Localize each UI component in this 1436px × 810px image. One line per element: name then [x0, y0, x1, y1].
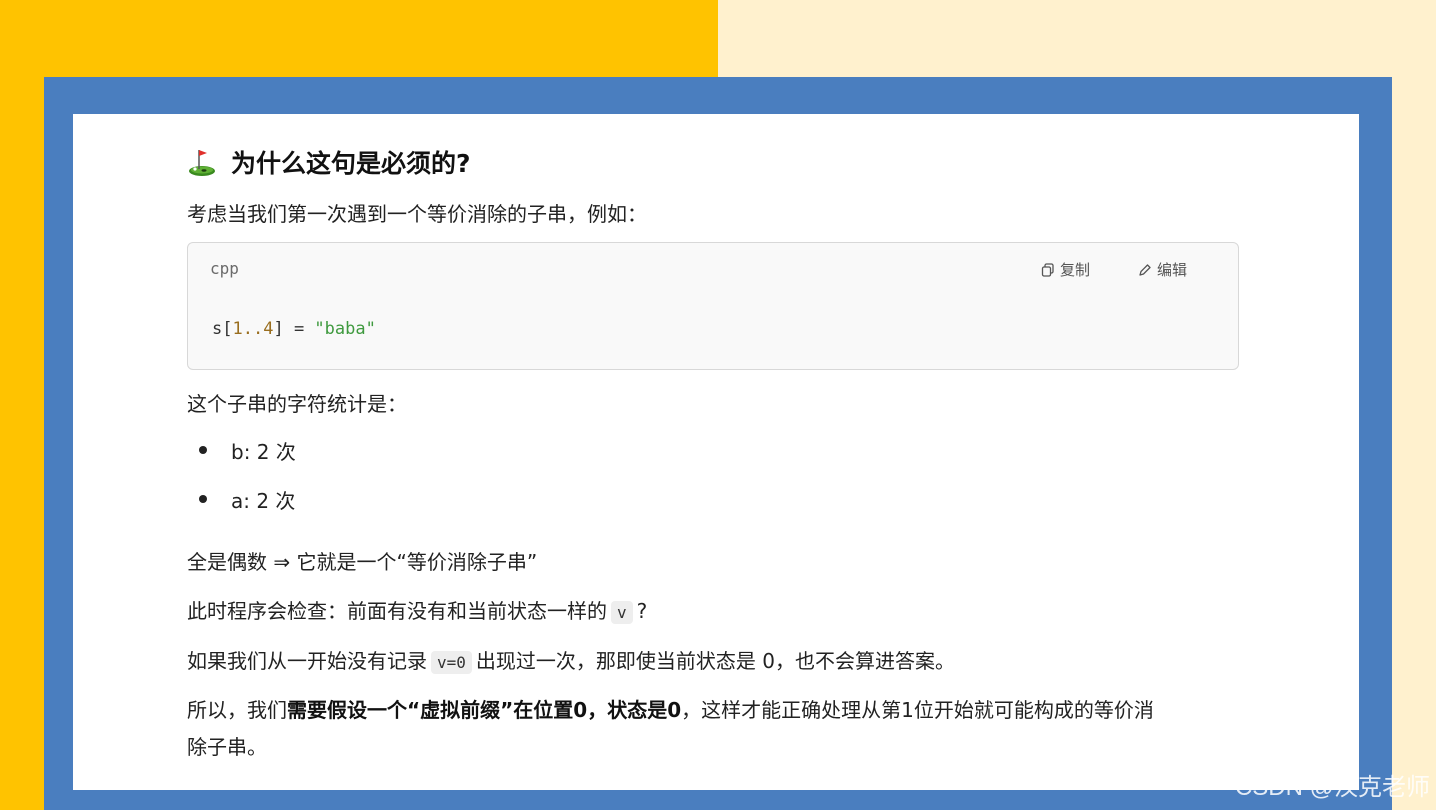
- code-token-number: 1: [232, 319, 243, 339]
- copy-icon: [1041, 262, 1054, 277]
- code-token-range: ..: [242, 319, 264, 339]
- edit-button[interactable]: 编辑: [1138, 259, 1187, 280]
- record-line: 如果我们从一开始没有记录 v=0 出现过一次，那即使当前状态是 0，也不会算进答案。: [187, 645, 955, 674]
- check-line-text: 此时程序会检查：前面有没有和当前状态一样的: [187, 599, 607, 623]
- record-line-text: 如果我们从一开始没有记录: [187, 649, 427, 673]
- conclusion-text-continued: ，这样才能正确处理从第1位开始就可能构成的等价消: [681, 698, 1154, 722]
- stats-intro: 这个子串的字符统计是：: [187, 392, 407, 416]
- code-language-label: cpp: [210, 259, 239, 278]
- watermark: CSDN @汉克老师: [1234, 774, 1430, 801]
- check-line: 此时程序会检查：前面有没有和当前状态一样的 v?: [187, 595, 647, 624]
- inline-code: v=0: [431, 651, 472, 674]
- intro-text: 考虑当我们第一次遇到一个等价消除的子串，例如：: [187, 202, 647, 226]
- record-line-end: 出现过一次，那即使当前状态是 0，也不会算进答案。: [475, 649, 955, 673]
- even-line: 全是偶数 ⇒ 它就是一个“等价消除子串”: [187, 550, 538, 574]
- conclusion-bold: 需要假设一个“虚拟前缀”在位置0，状态是0: [287, 698, 682, 722]
- code-token: ] =: [273, 319, 315, 339]
- check-line-end: ?: [636, 599, 648, 623]
- code-token-number: 4: [263, 319, 274, 339]
- conclusion-line-1: 所以，我们需要假设一个“虚拟前缀”在位置0，状态是0，这样才能正确处理从第1位开…: [187, 694, 1154, 723]
- code-block: cpp 复制 编辑 s[1..4] = "baba": [187, 242, 1239, 370]
- code-token: s[: [212, 319, 233, 339]
- code-line: s[1..4] = "baba": [212, 319, 376, 339]
- pencil-icon: [1139, 263, 1151, 276]
- heading-text: 为什么这句是必须的?: [231, 149, 471, 178]
- section-heading: 为什么这句是必须的?: [187, 144, 471, 180]
- copy-label: 复制: [1060, 261, 1091, 279]
- golf-flag-icon: [189, 150, 215, 176]
- edit-label: 编辑: [1157, 261, 1188, 279]
- bullet-dot: [199, 495, 207, 503]
- list-item: a: 2 次: [231, 489, 296, 513]
- conclusion-text: 所以，我们: [187, 698, 287, 722]
- conclusion-line-2: 除子串。: [187, 735, 267, 759]
- bullet-dot: [199, 446, 207, 454]
- inline-code: v: [611, 601, 633, 624]
- copy-button[interactable]: 复制: [1041, 259, 1090, 280]
- list-item: b: 2 次: [231, 440, 296, 464]
- code-token-string: "baba": [314, 319, 376, 339]
- content-panel: 为什么这句是必须的? 考虑当我们第一次遇到一个等价消除的子串，例如： cpp 复…: [73, 114, 1359, 790]
